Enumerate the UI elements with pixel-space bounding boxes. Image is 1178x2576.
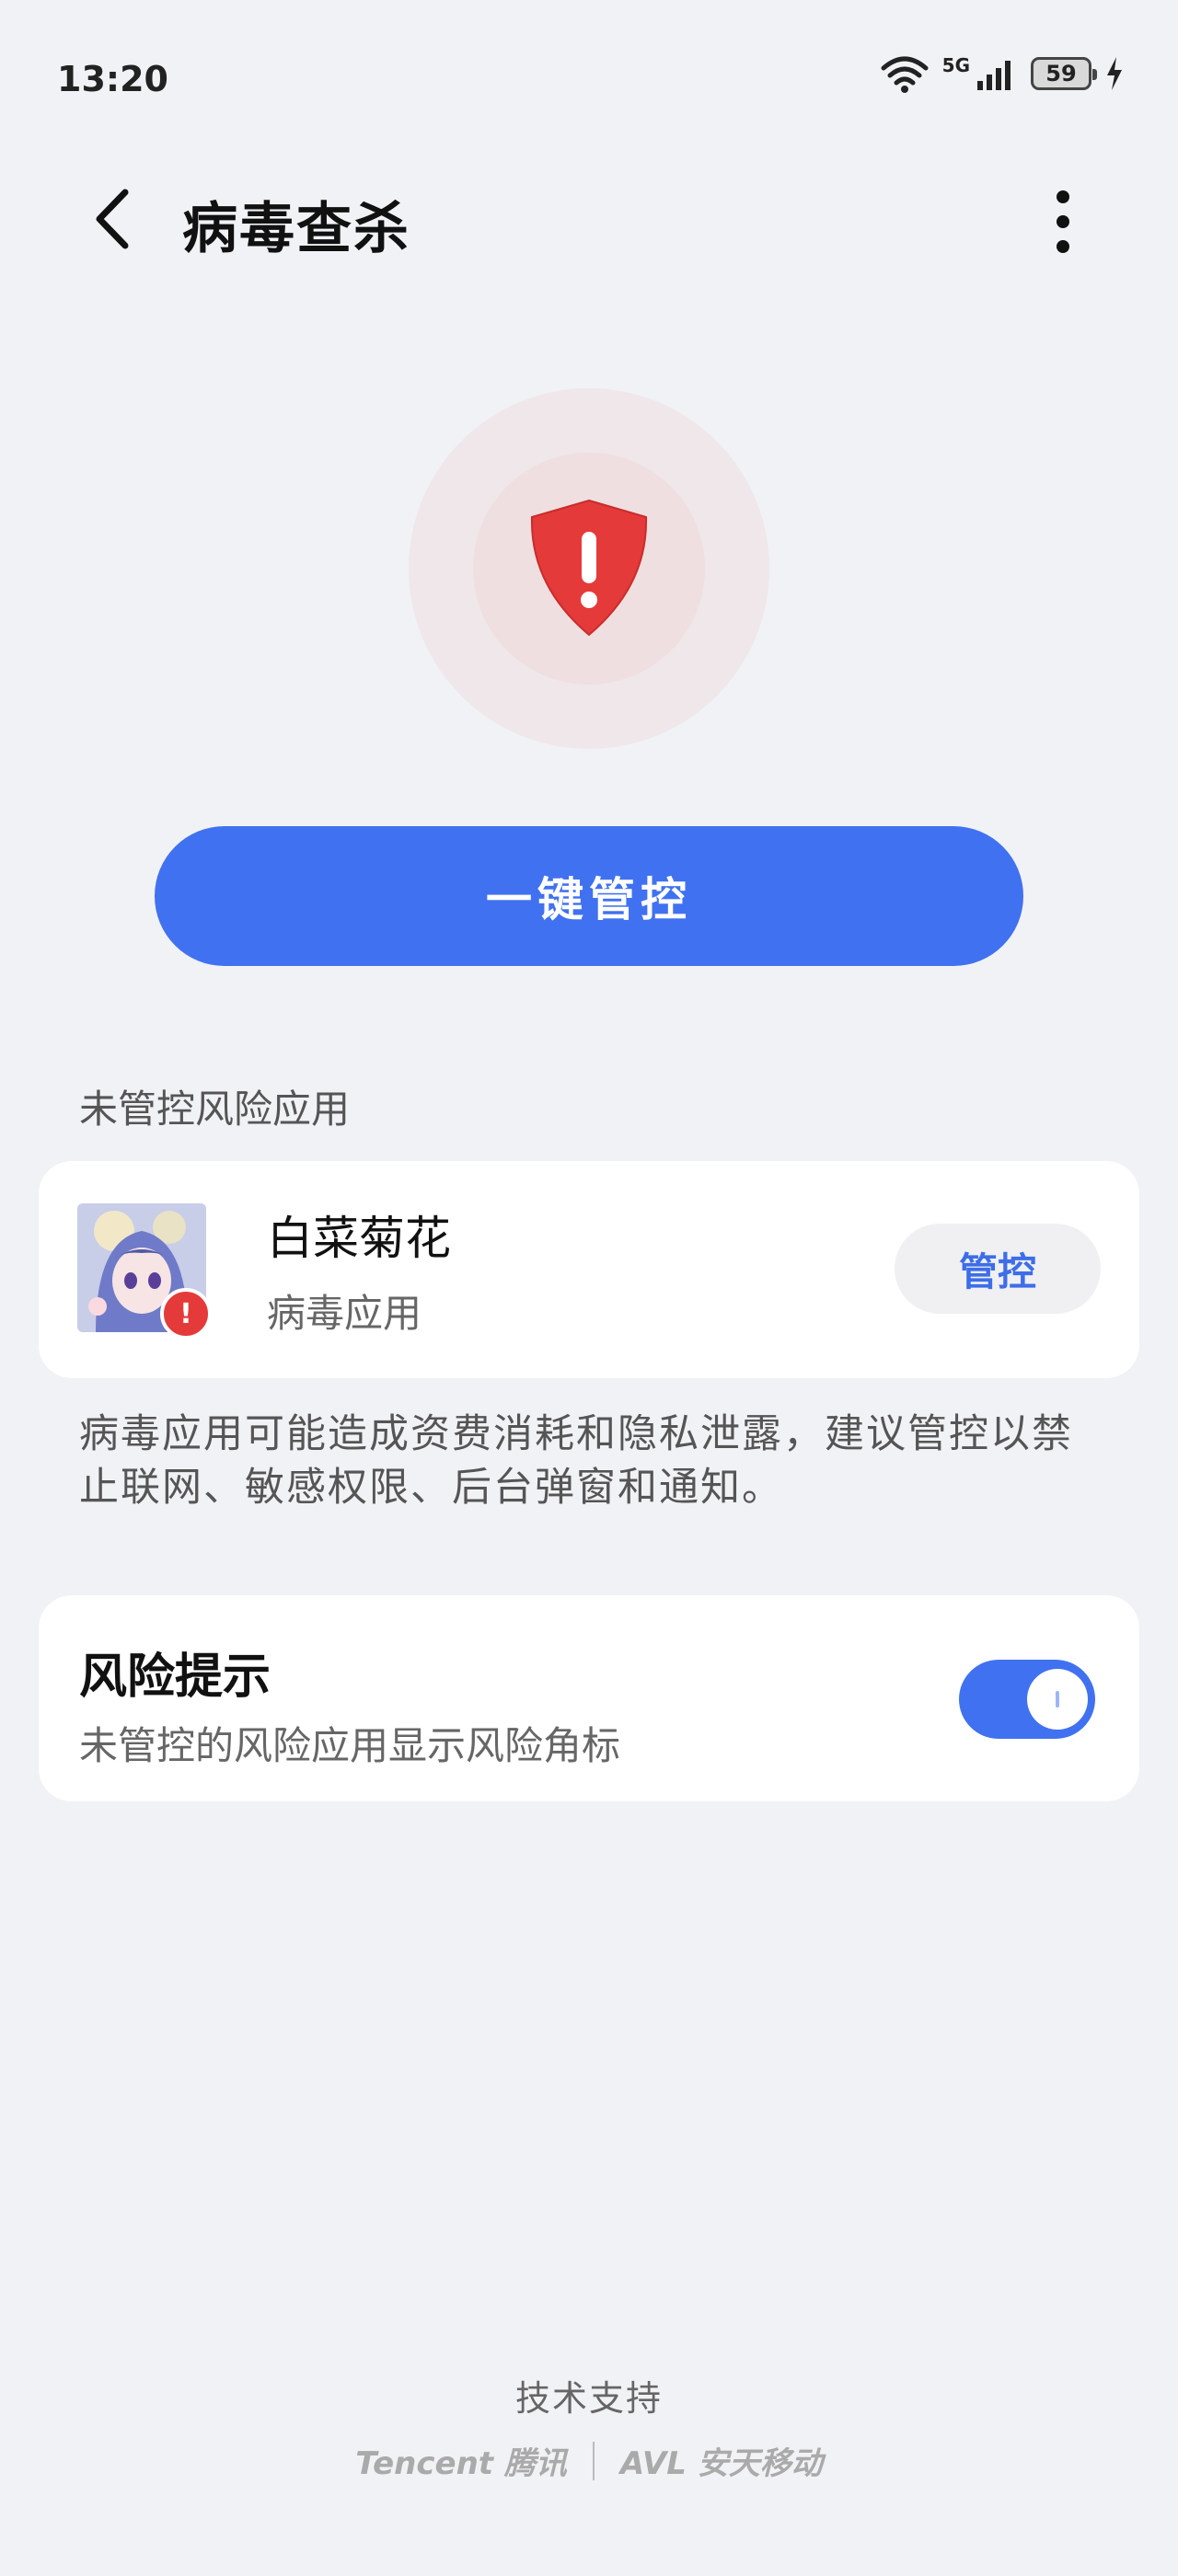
battery-level: 59 <box>1045 61 1077 86</box>
risk-badge-icon: ! <box>160 1288 212 1340</box>
tencent-logo: Tencent 腾讯 <box>355 2445 567 2482</box>
antiy-logo: AVL 安天移动 <box>619 2445 823 2482</box>
more-dot <box>1057 215 1069 228</box>
shield-alert-icon <box>525 497 653 644</box>
risk-app-card: ! 白菜菊花 病毒应用 管控 <box>39 1161 1139 1378</box>
signal-icon <box>976 55 1018 92</box>
more-dot <box>1057 190 1069 203</box>
app-name: 白菜菊花 <box>267 1212 451 1265</box>
status-icons: 5G 59 <box>880 53 1125 94</box>
logo-divider <box>592 2441 595 2480</box>
manage-app-button[interactable]: 管控 <box>895 1224 1101 1314</box>
charging-icon <box>1104 55 1125 92</box>
wifi-icon <box>880 53 930 94</box>
section-label: 未管控风险应用 <box>79 1087 351 1132</box>
network-type: 5G <box>941 54 970 76</box>
risk-hint-description: 未管控的风险应用显示风险角标 <box>79 1723 621 1768</box>
warning-text: 病毒应用可能造成资费消耗和隐私泄露，建议管控以禁止联网、敏感权限、后台弹窗和通知… <box>79 1411 1073 1511</box>
risk-hint-toggle[interactable] <box>959 1660 1095 1739</box>
risk-hint-setting-card: 风险提示 未管控的风险应用显示风险角标 <box>39 1595 1139 1801</box>
one-click-control-button[interactable]: 一键管控 <box>155 826 1023 966</box>
risk-hint-title: 风险提示 <box>79 1650 271 1705</box>
tech-support-label: 技术支持 <box>514 2378 663 2419</box>
toggle-knob <box>1027 1669 1088 1730</box>
partner-logos: Tencent 腾讯 AVL 安天移动 <box>0 2438 1178 2483</box>
status-time: 13:20 <box>57 59 168 99</box>
more-dot <box>1057 240 1069 253</box>
chevron-left-icon <box>94 189 131 253</box>
app-risk-type: 病毒应用 <box>267 1291 422 1336</box>
back-button[interactable] <box>85 184 140 258</box>
battery-icon: 59 <box>1031 57 1097 90</box>
more-options-button[interactable] <box>1031 180 1095 263</box>
page-title: 病毒查杀 <box>182 197 410 261</box>
